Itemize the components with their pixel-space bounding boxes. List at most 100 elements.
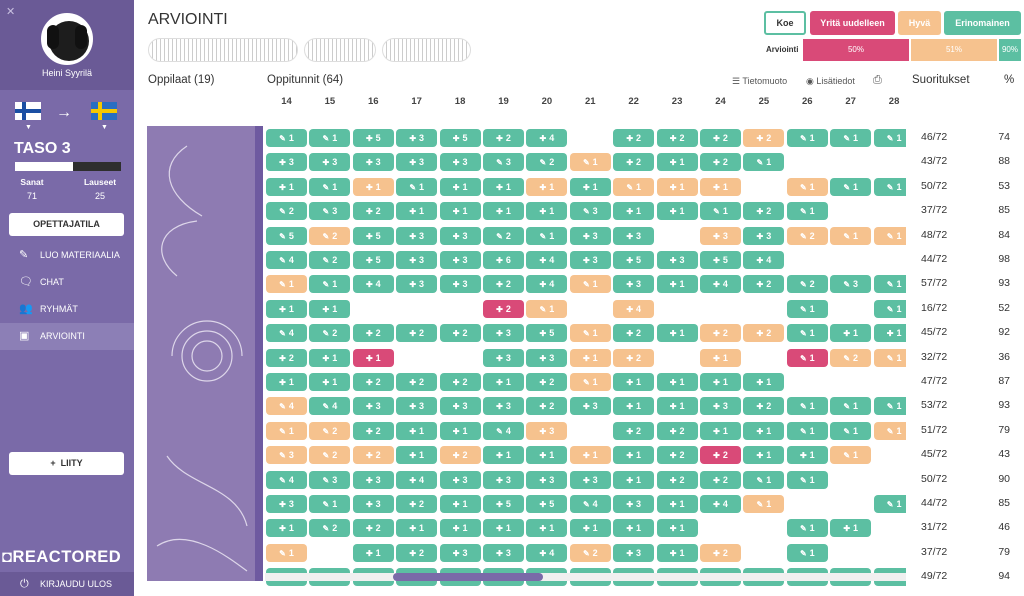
- nav-assessment[interactable]: ▣ ARVIOINTI: [0, 323, 134, 350]
- grade-cell[interactable]: ✎1: [873, 226, 906, 245]
- grade-cell[interactable]: ✚ 3: [700, 397, 741, 416]
- grade-cell[interactable]: ✚1: [700, 348, 741, 367]
- grade-cell[interactable]: ✚ 3: [700, 226, 741, 245]
- grade-cell[interactable]: ✚1: [700, 373, 741, 391]
- grade-cell[interactable]: ✚1: [786, 446, 828, 465]
- grade-cell[interactable]: ✎ 4: [483, 421, 524, 440]
- grade-cell[interactable]: ✚ 2: [439, 324, 481, 343]
- grade-cell[interactable]: ✎1: [786, 397, 828, 416]
- grade-cell[interactable]: ✚1: [613, 202, 655, 221]
- grade-cell[interactable]: ✚ 3: [439, 543, 481, 562]
- logout-button[interactable]: ⏻ KIRJAUDU ULOS: [0, 572, 134, 596]
- grade-cell[interactable]: ✚1: [352, 177, 394, 196]
- grade-cell[interactable]: ✎1: [396, 177, 438, 196]
- grade-cell[interactable]: ✚ 3: [656, 251, 698, 269]
- grade-cell[interactable]: ✚ 3: [483, 543, 524, 562]
- grade-cell[interactable]: ✚1: [439, 421, 481, 440]
- grade-cell[interactable]: ✚1: [439, 519, 481, 538]
- grade-cell[interactable]: ✎1: [873, 177, 906, 196]
- grade-cell[interactable]: ✚ 3: [569, 397, 611, 416]
- grade-cell[interactable]: ✎1: [309, 177, 351, 196]
- grade-cell[interactable]: ✎1: [830, 446, 872, 465]
- grade-cell[interactable]: ✚ 3: [569, 251, 611, 269]
- grade-cell[interactable]: ✎1: [786, 129, 828, 147]
- grade-cell[interactable]: ✚ 2: [352, 446, 394, 465]
- grade-cell[interactable]: ✚1: [569, 446, 611, 465]
- grade-cell[interactable]: ✎1: [873, 421, 906, 440]
- filter-pill[interactable]: [148, 38, 298, 62]
- grade-cell[interactable]: ✚ 5: [526, 495, 568, 513]
- grade-cell[interactable]: ✚1: [613, 373, 655, 391]
- grade-cell[interactable]: ✎1: [786, 177, 828, 196]
- grade-cell[interactable]: ✚ 5: [352, 251, 394, 269]
- grade-cell[interactable]: ✚ 3: [613, 543, 655, 562]
- grade-cell[interactable]: ✎1: [613, 177, 655, 196]
- grade-cell[interactable]: ✚ 2: [266, 348, 307, 367]
- grade-cell[interactable]: ✚ 2: [613, 324, 655, 343]
- grade-cell[interactable]: ✚ 4: [700, 275, 741, 294]
- grade-cell[interactable]: ✎ 4: [266, 470, 307, 489]
- grade-cell[interactable]: ✎ 2: [786, 275, 828, 294]
- grade-cell[interactable]: ✎ 2: [786, 226, 828, 245]
- grade-cell[interactable]: ✚1: [569, 519, 611, 538]
- grade-cell[interactable]: ✚ 2: [700, 324, 741, 343]
- grade-cell[interactable]: ✚1: [266, 519, 307, 538]
- grade-cell[interactable]: ✎ 2: [483, 226, 524, 245]
- grade-cell[interactable]: ✚1: [439, 177, 481, 196]
- grade-cell[interactable]: ✚1: [656, 519, 698, 538]
- grade-cell[interactable]: ✚ 3: [613, 226, 655, 245]
- grade-cell[interactable]: ✚1: [396, 421, 438, 440]
- grade-cell[interactable]: ✚ 3: [352, 495, 394, 513]
- grade-cell[interactable]: ✚ 2: [352, 202, 394, 221]
- grade-cell[interactable]: ✚1: [613, 470, 655, 489]
- grade-cell[interactable]: ✎1: [873, 348, 906, 367]
- grade-cell[interactable]: ✎ 4: [266, 397, 307, 416]
- grade-cell[interactable]: ✚ 3: [439, 226, 481, 245]
- grade-cell[interactable]: ✚ 5: [483, 495, 524, 513]
- grade-cell[interactable]: ✚ 5: [352, 129, 394, 147]
- grade-cell[interactable]: ✎1: [743, 495, 785, 513]
- grade-cell[interactable]: ✚ 2: [743, 129, 785, 147]
- grade-cell[interactable]: ✚ 4: [526, 129, 568, 147]
- grade-cell[interactable]: ✚ 2: [743, 275, 785, 294]
- grade-cell[interactable]: ✚ 2: [483, 299, 524, 318]
- grade-cell[interactable]: ✎1: [830, 129, 872, 147]
- grade-cell[interactable]: ✚ 3: [526, 470, 568, 489]
- grade-cell[interactable]: ✎1: [743, 153, 785, 172]
- grade-cell[interactable]: ✚ 3: [483, 397, 524, 416]
- grade-cell[interactable]: ✎1: [266, 275, 307, 294]
- grade-cell[interactable]: ✚1: [526, 519, 568, 538]
- grade-cell[interactable]: ✎ 2: [266, 202, 307, 221]
- grade-cell[interactable]: ✎1: [786, 202, 828, 221]
- grade-cell[interactable]: ✎1: [786, 519, 828, 538]
- grade-cell[interactable]: ✚ 2: [700, 446, 741, 465]
- grade-cell[interactable]: ✚ 3: [396, 275, 438, 294]
- grade-cell[interactable]: ✚1: [483, 446, 524, 465]
- grade-cell[interactable]: ✎1: [786, 543, 828, 562]
- grade-cell[interactable]: ✚1: [656, 202, 698, 221]
- grade-cell[interactable]: ✚1: [656, 373, 698, 391]
- grade-cell[interactable]: ✚ 5: [613, 251, 655, 269]
- grade-cell[interactable]: ✎ 2: [309, 446, 351, 465]
- grade-cell[interactable]: ✚ 3: [439, 275, 481, 294]
- grade-cell[interactable]: ✎ 2: [309, 421, 351, 440]
- grade-cell[interactable]: ✎1: [569, 324, 611, 343]
- grade-cell[interactable]: ✚1: [656, 177, 698, 196]
- grade-cell[interactable]: ✚1: [613, 519, 655, 538]
- grade-cell[interactable]: ✚1: [569, 348, 611, 367]
- grade-cell[interactable]: ✎ 2: [309, 251, 351, 269]
- grade-cell[interactable]: ✚1: [309, 348, 351, 367]
- grade-cell[interactable]: ✚1: [743, 446, 785, 465]
- grade-cell[interactable]: ✚ 3: [526, 348, 568, 367]
- filter-pill[interactable]: [382, 38, 471, 62]
- swedish-flag-icon[interactable]: [91, 102, 117, 120]
- grade-cell[interactable]: ✚ 4: [700, 495, 741, 513]
- grade-cell[interactable]: ✚1: [526, 446, 568, 465]
- filter-pill[interactable]: [304, 38, 376, 62]
- join-button[interactable]: + LIITY: [9, 452, 124, 475]
- grade-cell[interactable]: ✎1: [569, 275, 611, 294]
- avatar[interactable]: [41, 13, 93, 65]
- grade-cell[interactable]: ✚1: [483, 202, 524, 221]
- print-icon[interactable]: ⎙: [873, 74, 882, 87]
- grade-cell[interactable]: ✎ 2: [309, 324, 351, 343]
